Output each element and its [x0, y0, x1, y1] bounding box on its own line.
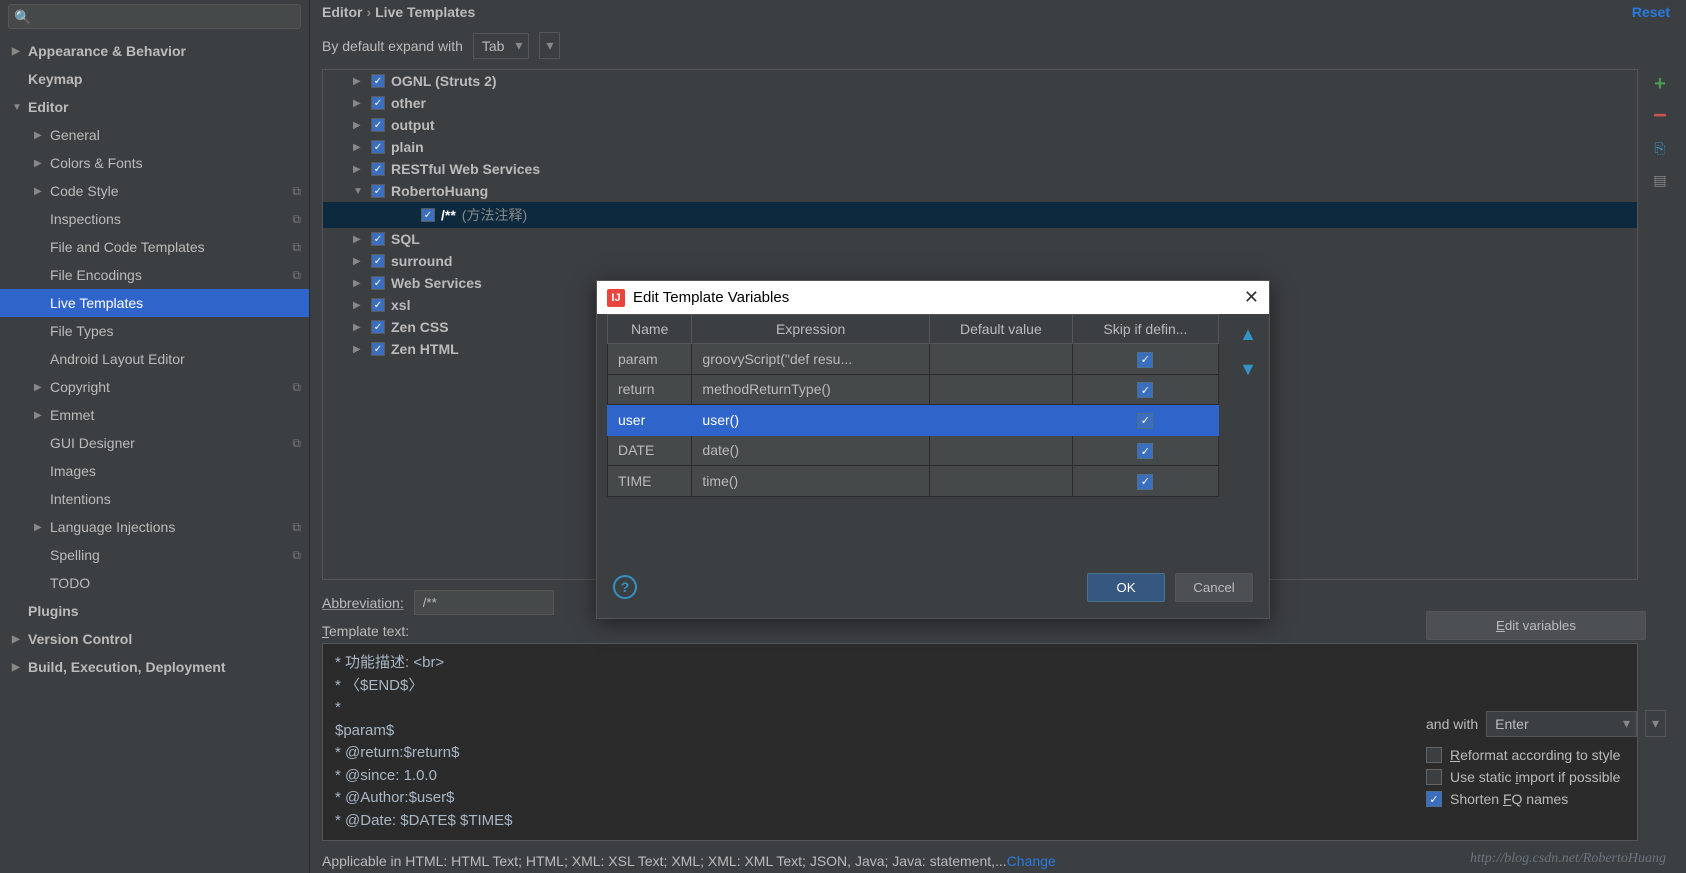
sidebar-item[interactable]: ▶Inspections⧉ [0, 205, 309, 233]
table-header: Expression [692, 315, 930, 344]
template-tree-item[interactable]: ✓/** (方法注释) [323, 202, 1637, 228]
sidebar-item[interactable]: ▶General [0, 121, 309, 149]
sidebar-item[interactable]: ▶File Encodings⧉ [0, 261, 309, 289]
dialog-titlebar: IJ Edit Template Variables ✕ [597, 281, 1269, 314]
sidebar-item[interactable]: ▶Keymap [0, 65, 309, 93]
sidebar-item[interactable]: ▶Intentions [0, 485, 309, 513]
sidebar-item[interactable]: ▶GUI Designer⧉ [0, 429, 309, 457]
sidebar-item[interactable]: ▶Build, Execution, Deployment [0, 653, 309, 681]
sidebar-item[interactable]: ▶Spelling⧉ [0, 541, 309, 569]
settings-tree: ▶Appearance & Behavior▶Keymap▼Editor▶Gen… [0, 33, 309, 685]
sidebar-item[interactable]: ▼Editor [0, 93, 309, 121]
options-column: Edit variables and with Enter ▾ Reformat… [1426, 611, 1666, 813]
breadcrumb: Editor›Live Templates [322, 4, 1674, 32]
static-import-option[interactable]: Use static import if possible [1426, 769, 1666, 785]
edit-template-variables-dialog: IJ Edit Template Variables ✕ NameExpress… [596, 280, 1270, 619]
template-tree-item[interactable]: ▼✓RobertoHuang [323, 180, 1637, 202]
shorten-fq-option[interactable]: ✓Shorten FQ names [1426, 791, 1666, 807]
table-row[interactable]: DATEdate()✓ [608, 435, 1219, 466]
template-tree-item[interactable]: ▶✓other [323, 92, 1637, 114]
search-input[interactable] [8, 4, 301, 29]
move-down-icon[interactable]: ▼ [1239, 359, 1257, 380]
table-header: Name [608, 315, 692, 344]
cancel-button[interactable]: Cancel [1175, 573, 1253, 602]
table-header: Default value [929, 315, 1072, 344]
table-header: Skip if defin... [1072, 315, 1218, 344]
sidebar-item[interactable]: ▶Android Layout Editor [0, 345, 309, 373]
sidebar-item[interactable]: ▶Images [0, 457, 309, 485]
app-icon: IJ [607, 289, 625, 307]
abbreviation-input[interactable] [414, 590, 554, 615]
ok-button[interactable]: OK [1087, 573, 1165, 602]
sidebar-item[interactable]: ▶Code Style⧉ [0, 177, 309, 205]
template-tree-item[interactable]: ▶✓SQL [323, 228, 1637, 250]
expand-with-extra[interactable]: ▾ [1645, 710, 1666, 737]
table-row[interactable]: paramgroovyScript("def resu...✓ [608, 344, 1219, 375]
sidebar-item[interactable]: ▶Live Templates [0, 289, 309, 317]
sidebar-item[interactable]: ▶Colors & Fonts [0, 149, 309, 177]
variables-table[interactable]: NameExpressionDefault valueSkip if defin… [607, 314, 1219, 497]
dialog-title: Edit Template Variables [633, 289, 789, 306]
change-contexts-link[interactable]: Change [1007, 853, 1056, 869]
move-up-icon[interactable]: ▲ [1239, 324, 1257, 345]
reformat-option[interactable]: Reformat according to style [1426, 747, 1666, 763]
sidebar-item[interactable]: ▶Plugins [0, 597, 309, 625]
sidebar-item[interactable]: ▶File Types [0, 317, 309, 345]
settings-sidebar: 🔍 ▶Appearance & Behavior▶Keymap▼Editor▶G… [0, 0, 310, 873]
help-icon[interactable]: ? [613, 575, 637, 599]
copy-icon[interactable]: ⎘ [1651, 139, 1669, 157]
applicable-contexts: Applicable in HTML: HTML Text; HTML; XML… [322, 853, 1638, 869]
template-tree-item[interactable]: ▶✓surround [323, 250, 1637, 272]
close-icon[interactable]: ✕ [1244, 287, 1259, 308]
reset-link[interactable]: Reset [1632, 4, 1670, 20]
table-row[interactable]: returnmethodReturnType()✓ [608, 374, 1219, 405]
template-tree-item[interactable]: ▶✓RESTful Web Services [323, 158, 1637, 180]
default-expand-select[interactable]: Tab [473, 33, 530, 59]
sidebar-item[interactable]: ▶Copyright⧉ [0, 373, 309, 401]
search-icon: 🔍 [14, 9, 31, 26]
expand-with-select[interactable]: Enter [1486, 711, 1637, 737]
sidebar-item[interactable]: ▶TODO [0, 569, 309, 597]
table-row[interactable]: TIMEtime()✓ [608, 466, 1219, 497]
template-tree-item[interactable]: ▶✓OGNL (Struts 2) [323, 70, 1637, 92]
edit-variables-button[interactable]: Edit variables [1426, 611, 1646, 640]
default-expand-label: By default expand with [322, 38, 463, 54]
expand-extra-button[interactable]: ▾ [539, 32, 560, 59]
watermark: http://blog.csdn.net/RobertoHuang [1470, 851, 1666, 867]
sidebar-item[interactable]: ▶Language Injections⧉ [0, 513, 309, 541]
sidebar-item[interactable]: ▶File and Code Templates⧉ [0, 233, 309, 261]
sidebar-item[interactable]: ▶Version Control [0, 625, 309, 653]
expand-with-label: and with [1426, 716, 1478, 732]
abbreviation-label: Abbreviation: [322, 595, 404, 611]
template-tree-item[interactable]: ▶✓output [323, 114, 1637, 136]
add-icon[interactable]: + [1651, 75, 1669, 93]
template-tree-item[interactable]: ▶✓plain [323, 136, 1637, 158]
paste-icon[interactable]: ▤ [1651, 171, 1669, 189]
sidebar-item[interactable]: ▶Appearance & Behavior [0, 37, 309, 65]
table-row[interactable]: useruser()✓ [608, 405, 1219, 436]
sidebar-item[interactable]: ▶Emmet [0, 401, 309, 429]
remove-icon[interactable]: − [1651, 107, 1669, 125]
search-box: 🔍 [8, 4, 301, 29]
